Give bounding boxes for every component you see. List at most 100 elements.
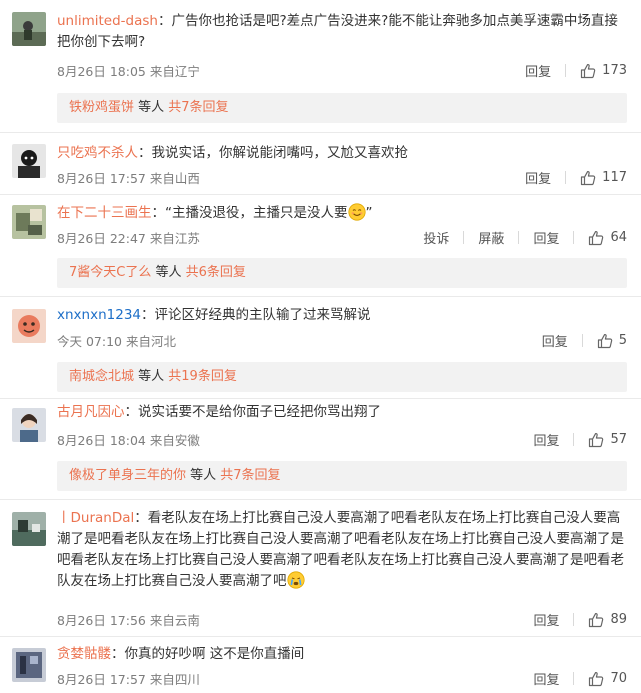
smile-emoji-icon: [347, 203, 366, 221]
thumbs-up-icon: [580, 63, 596, 79]
like-button[interactable]: 70: [588, 671, 627, 687]
reply-button[interactable]: 回复: [542, 331, 568, 350]
avatar[interactable]: [12, 12, 46, 46]
avatar[interactable]: [12, 309, 46, 343]
divider: [581, 334, 583, 347]
divider: [463, 231, 465, 244]
replies-middle: 等人: [186, 468, 221, 483]
comment-body: ：评论区好经典的主队输了过来骂解说: [141, 307, 371, 323]
divider: [573, 613, 575, 626]
username-link[interactable]: unlimited-dash: [57, 13, 158, 29]
replies-middle: 等人: [134, 100, 169, 115]
divider: [573, 672, 575, 685]
like-button[interactable]: 173: [580, 63, 627, 79]
username-link[interactable]: xnxnxn1234: [57, 307, 141, 323]
thumbs-up-icon: [597, 333, 613, 349]
reply-button[interactable]: 回复: [525, 168, 551, 187]
comment-meta: 今天 07:10 来自河北: [57, 334, 176, 349]
divider: [0, 636, 641, 637]
cry-emoji-icon: [286, 571, 305, 589]
like-button[interactable]: 57: [588, 432, 627, 448]
divider: [0, 296, 641, 297]
divider: [518, 231, 520, 244]
reply-button[interactable]: 回复: [533, 228, 559, 247]
comment-body: ：看老队友在场上打比赛自己没人要高潮了吧看老队友在场上打比赛自己没人要高潮了是吧…: [57, 510, 624, 589]
comment-actions: 投诉 屏蔽 回复 64: [423, 228, 627, 247]
comment-body: ：你真的好吵啊 这不是你直播间: [111, 646, 305, 662]
comment-text: 丨DuranDal：看老队友在场上打比赛自己没人要高潮了吧看老队友在场上打比赛自…: [57, 508, 627, 592]
like-button[interactable]: 117: [580, 170, 627, 186]
replies-summary[interactable]: 像极了单身三年的你 等人 共7条回复: [57, 461, 627, 491]
comment-actions: 回复 70: [533, 669, 627, 688]
thumbs-up-icon: [580, 170, 596, 186]
divider: [0, 499, 641, 500]
comment-meta: 8月26日 18:05 来自辽宁: [57, 64, 200, 79]
comment-text: 只吃鸡不杀人：我说实话，你解说能闭嘴吗，又尬又喜欢抢: [57, 143, 627, 164]
replies-summary[interactable]: 7酱今天C了么 等人 共6条回复: [57, 258, 627, 288]
replies-summary[interactable]: 铁粉鸡蛋饼 等人 共7条回复: [57, 93, 627, 123]
like-count: 70: [610, 671, 627, 686]
username-link[interactable]: 只吃鸡不杀人: [57, 145, 138, 161]
thumbs-up-icon: [588, 230, 604, 246]
comment-text: unlimited-dash：广告你也抢话是吧?差点广告没进来?能不能让奔驰多加…: [57, 11, 627, 53]
comment-text: 贪婪骷髅：你真的好吵啊 这不是你直播间: [57, 644, 627, 665]
comment-body-end: ”: [365, 205, 373, 221]
like-count: 117: [602, 170, 627, 185]
thumbs-up-icon: [588, 432, 604, 448]
avatar[interactable]: [12, 408, 46, 442]
thumbs-up-icon: [588, 671, 604, 687]
comment-meta: 8月26日 17:57 来自四川: [57, 672, 200, 687]
reply-user-link[interactable]: 铁粉鸡蛋饼: [69, 100, 134, 115]
like-button[interactable]: 64: [588, 230, 627, 246]
reply-button[interactable]: 回复: [533, 610, 559, 629]
comment-meta: 8月26日 22:47 来自江苏: [57, 231, 200, 246]
replies-count-link[interactable]: 共7条回复: [168, 100, 228, 115]
comment-body: ：“主播没退役，主播只是没人要: [151, 205, 348, 221]
comment-body: ：我说实话，你解说能闭嘴吗，又尬又喜欢抢: [138, 145, 408, 161]
reply-user-link[interactable]: 7酱今天C了么: [69, 265, 151, 280]
like-count: 57: [610, 432, 627, 447]
block-button[interactable]: 屏蔽: [478, 228, 504, 247]
replies-count-link[interactable]: 共19条回复: [168, 369, 237, 384]
reply-button[interactable]: 回复: [533, 669, 559, 688]
replies-middle: 等人: [151, 265, 186, 280]
thumbs-up-icon: [588, 612, 604, 628]
divider: [573, 231, 575, 244]
reply-button[interactable]: 回复: [525, 61, 551, 80]
username-link[interactable]: 丨DuranDal: [57, 510, 134, 526]
like-count: 173: [602, 63, 627, 78]
comment-actions: 回复 117: [525, 168, 627, 187]
avatar[interactable]: [12, 648, 46, 682]
comment-actions: 回复 89: [533, 610, 627, 629]
comment-text: xnxnxn1234：评论区好经典的主队输了过来骂解说: [57, 305, 627, 326]
replies-count-link[interactable]: 共6条回复: [186, 265, 246, 280]
username-link[interactable]: 贪婪骷髅: [57, 646, 111, 662]
like-button[interactable]: 89: [588, 612, 627, 628]
comment-meta: 8月26日 17:56 来自云南: [57, 613, 200, 628]
replies-middle: 等人: [134, 369, 169, 384]
divider: [0, 132, 641, 133]
replies-summary[interactable]: 南城念北城 等人 共19条回复: [57, 362, 627, 392]
like-count: 64: [610, 230, 627, 245]
replies-count-link[interactable]: 共7条回复: [220, 468, 280, 483]
like-button[interactable]: 5: [597, 333, 627, 349]
avatar[interactable]: [12, 144, 46, 178]
divider: [565, 171, 567, 184]
report-button[interactable]: 投诉: [423, 228, 449, 247]
comment-meta: 8月26日 17:57 来自山西: [57, 171, 200, 186]
divider: [565, 64, 567, 77]
comment-actions: 回复 5: [542, 331, 627, 350]
like-count: 89: [610, 612, 627, 627]
reply-user-link[interactable]: 像极了单身三年的你: [69, 468, 186, 483]
reply-button[interactable]: 回复: [533, 430, 559, 449]
comment-actions: 回复 173: [525, 61, 627, 80]
avatar[interactable]: [12, 205, 46, 239]
avatar[interactable]: [12, 512, 46, 546]
reply-user-link[interactable]: 南城念北城: [69, 369, 134, 384]
comment-body: ：说实话要不是给你面子已经把你骂出翔了: [124, 404, 382, 420]
username-link[interactable]: 在下二十三画生: [57, 205, 152, 221]
like-count: 5: [618, 333, 627, 348]
comment-meta: 8月26日 18:04 来自安徽: [57, 433, 200, 448]
divider: [0, 398, 641, 399]
username-link[interactable]: 古月凡因心: [57, 404, 125, 420]
